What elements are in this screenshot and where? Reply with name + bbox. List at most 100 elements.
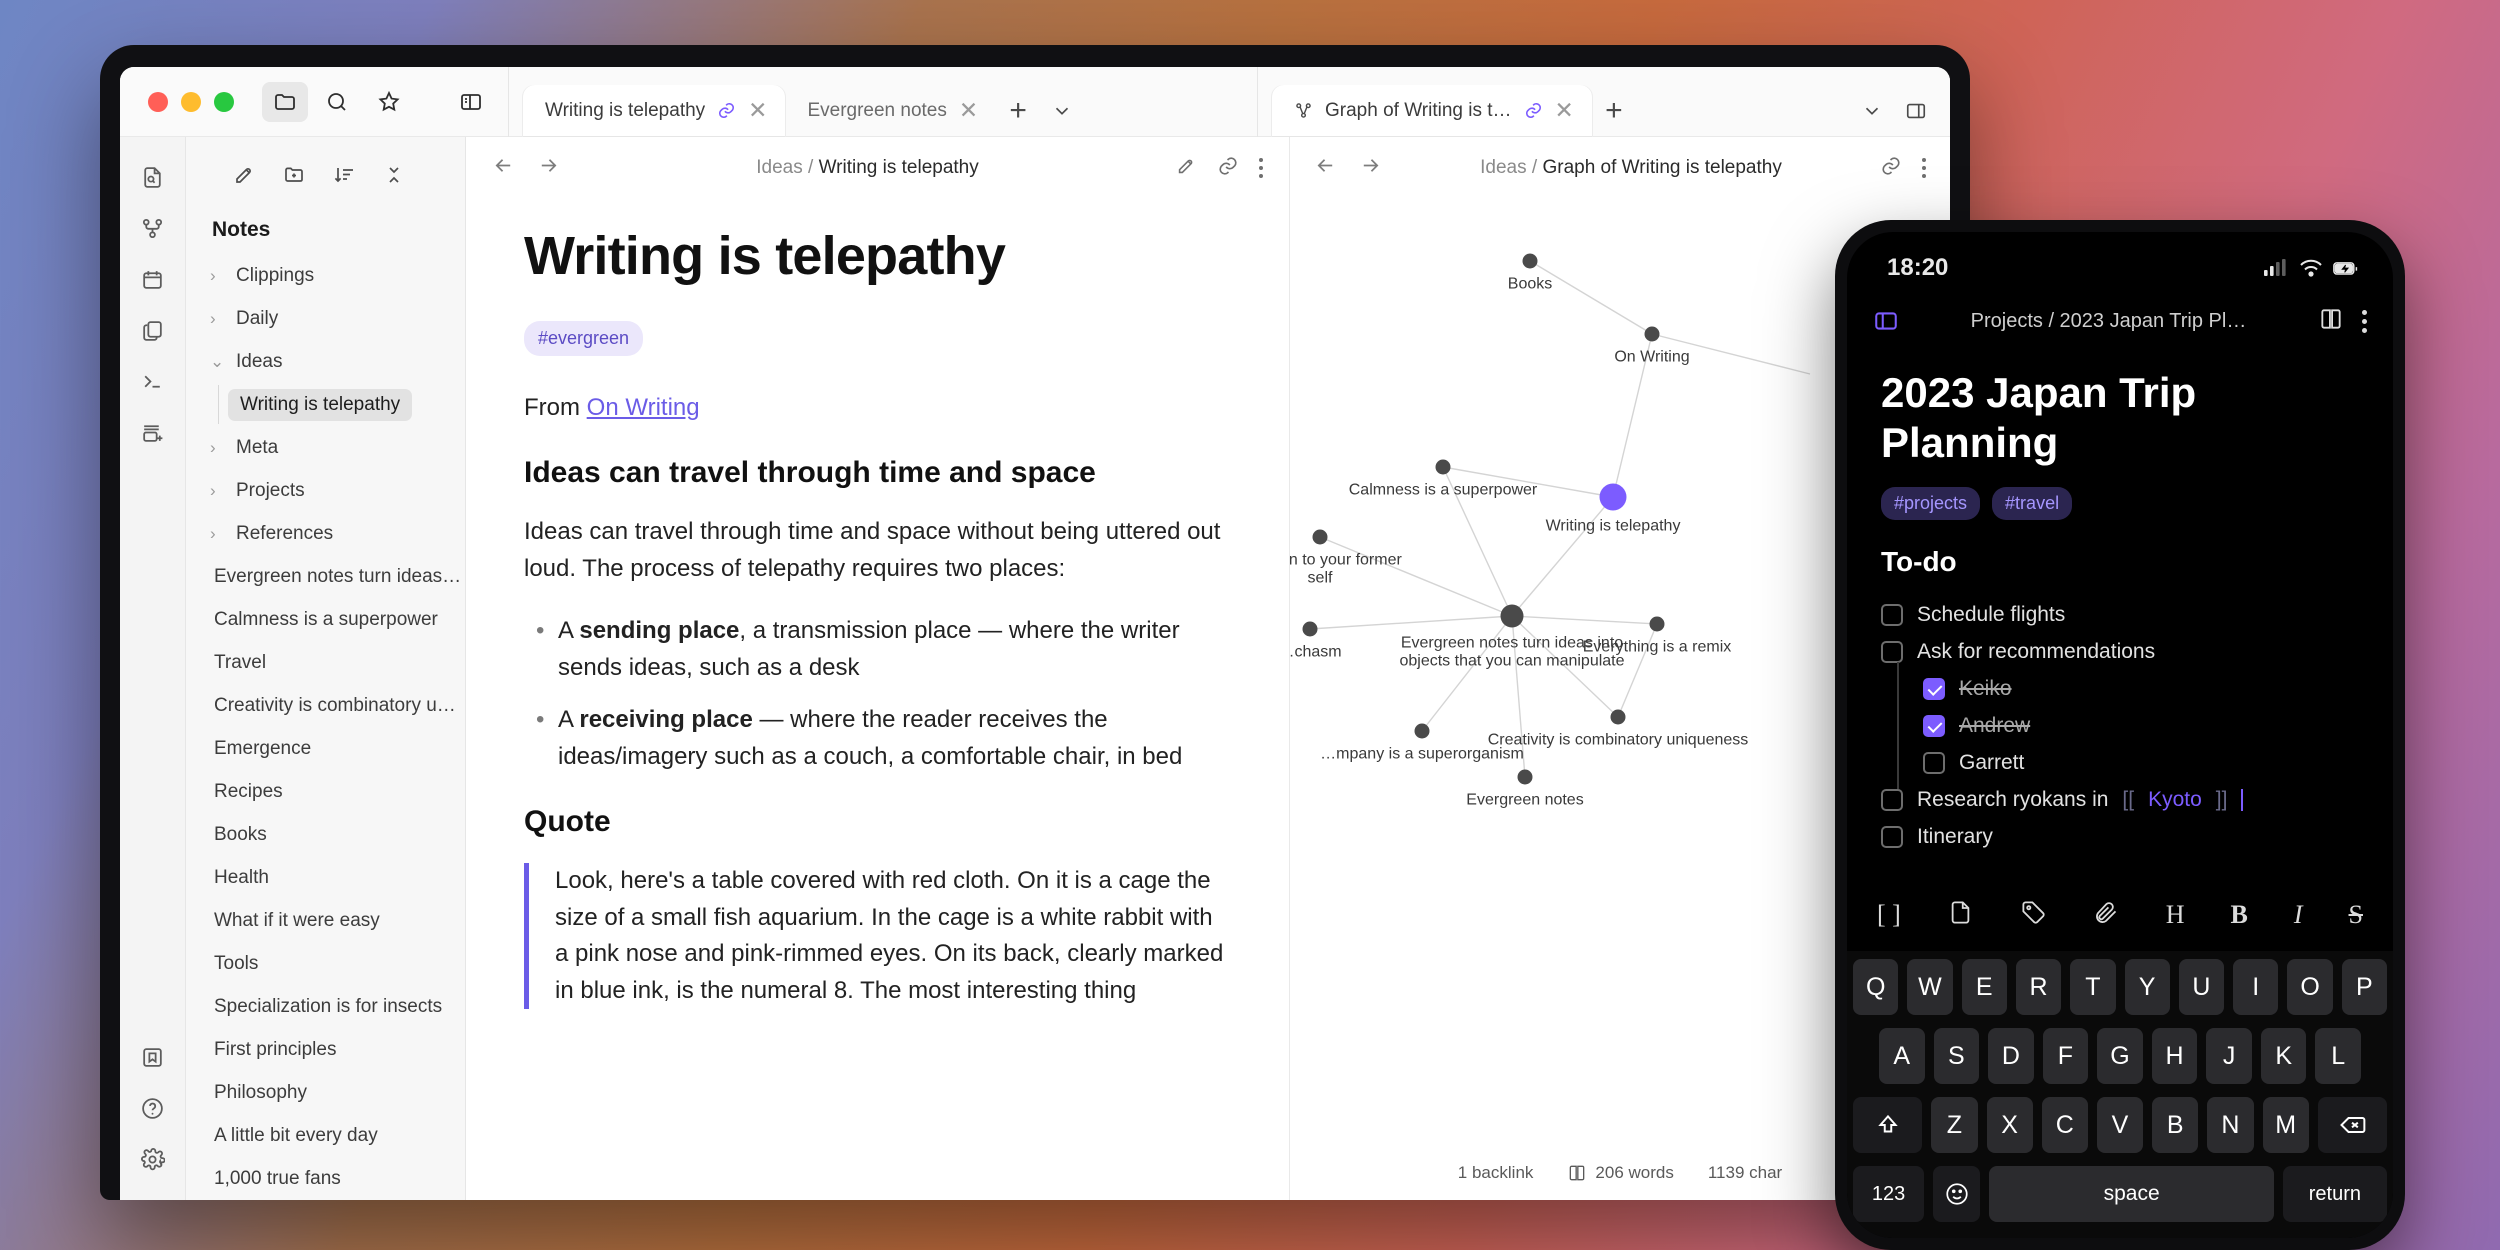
key-n[interactable]: N xyxy=(2207,1097,2254,1153)
graph-node[interactable]: On Writing xyxy=(1614,326,1690,366)
tag-badge[interactable]: #projects xyxy=(1881,487,1981,521)
key-q[interactable]: Q xyxy=(1853,959,1899,1015)
key-m[interactable]: M xyxy=(2262,1097,2309,1153)
key-w[interactable]: W xyxy=(1907,959,1953,1015)
breadcrumb-parent[interactable]: Ideas xyxy=(1480,157,1526,178)
tab-writing-is-telepathy[interactable]: Writing is telepathy ✕ xyxy=(523,84,786,137)
folder-icon[interactable] xyxy=(262,81,308,122)
maximize-button[interactable] xyxy=(214,91,234,112)
key-z[interactable]: Z xyxy=(1931,1097,1978,1153)
key-c[interactable]: C xyxy=(2041,1097,2088,1153)
tab-close-button[interactable]: ✕ xyxy=(748,99,767,122)
reading-view-icon[interactable] xyxy=(2318,306,2344,337)
graph-node[interactable]: Calmness is a superpower xyxy=(1349,459,1537,499)
key-j[interactable]: J xyxy=(2206,1028,2252,1084)
key-s[interactable]: S xyxy=(1933,1028,1980,1084)
file-search-icon[interactable] xyxy=(140,165,165,190)
graph-node-active[interactable]: Writing is telepathy xyxy=(1546,483,1680,535)
forward-button[interactable] xyxy=(537,154,560,182)
checkbox[interactable] xyxy=(1881,825,1903,848)
sort-icon[interactable] xyxy=(332,163,356,192)
list-item[interactable]: › Daily xyxy=(186,297,465,340)
brackets-icon[interactable]: [ ] xyxy=(1877,900,1901,930)
close-button[interactable] xyxy=(148,91,168,112)
graph-node[interactable]: …gation to your former self xyxy=(1290,529,1402,587)
copy-icon[interactable] xyxy=(140,318,165,343)
graph-node[interactable]: Creativity is combinatory uniqueness xyxy=(1488,709,1748,749)
key-v[interactable]: V xyxy=(2096,1097,2144,1153)
key-r[interactable]: R xyxy=(2015,959,2062,1015)
back-button[interactable] xyxy=(1314,154,1337,182)
graph-icon[interactable] xyxy=(140,216,165,241)
key-u[interactable]: U xyxy=(2178,959,2225,1015)
chevron-down-icon[interactable]: ⌄ xyxy=(210,352,226,372)
checkbox[interactable] xyxy=(1881,788,1903,811)
bold-icon[interactable]: B xyxy=(2231,900,2248,930)
edit-icon[interactable] xyxy=(1175,155,1197,182)
todo-item[interactable]: Keiko xyxy=(1897,662,2359,716)
key-b[interactable]: B xyxy=(2152,1097,2199,1153)
breadcrumb-parent[interactable]: Ideas xyxy=(756,157,802,178)
graph-node[interactable]: Evergreen notes xyxy=(1466,769,1584,809)
key-t[interactable]: T xyxy=(2070,959,2116,1015)
list-item[interactable]: A little bit every day xyxy=(186,1114,465,1157)
new-note-icon[interactable] xyxy=(232,163,256,192)
chevron-right-icon[interactable]: › xyxy=(210,481,226,501)
help-icon[interactable] xyxy=(140,1096,165,1121)
star-icon[interactable] xyxy=(366,82,412,122)
graph-node[interactable]: …chasm xyxy=(1290,621,1342,661)
backspace-icon[interactable] xyxy=(2317,1097,2388,1153)
list-item[interactable]: › Projects xyxy=(186,469,465,512)
tab-close-button[interactable]: ✕ xyxy=(959,99,978,122)
key-g[interactable]: G xyxy=(2097,1028,2143,1084)
key-f[interactable]: F xyxy=(2042,1028,2089,1084)
list-item[interactable]: Travel xyxy=(186,641,465,684)
list-item[interactable]: What if it were easy xyxy=(186,899,465,942)
list-item[interactable]: Evergreen notes turn ideas… xyxy=(186,555,465,598)
tag-icon[interactable] xyxy=(2020,899,2047,931)
key-a[interactable]: A xyxy=(1878,1028,1925,1084)
list-item[interactable]: First principles xyxy=(186,1028,465,1071)
new-tab-button[interactable]: + xyxy=(1592,85,1636,137)
list-item[interactable]: › Clippings xyxy=(186,254,465,297)
new-tab-button[interactable]: + xyxy=(996,85,1040,137)
chevron-down-icon[interactable] xyxy=(1850,85,1894,137)
space-key[interactable]: space xyxy=(1989,1166,2274,1222)
breadcrumb[interactable]: Ideas / Graph of Writing is telepathy xyxy=(1400,157,1862,179)
todo-item[interactable]: Schedule flights xyxy=(1881,596,2359,633)
back-button[interactable] xyxy=(492,154,515,182)
list-item-writing-is-telepathy[interactable]: Writing is telepathy xyxy=(186,383,465,426)
tag-badge[interactable]: #evergreen xyxy=(524,321,644,356)
chevron-right-icon[interactable]: › xyxy=(210,524,226,544)
forward-button[interactable] xyxy=(1359,154,1382,182)
todo-item[interactable]: Itinerary xyxy=(1881,818,2359,855)
link-icon[interactable] xyxy=(1217,155,1239,182)
new-note-icon[interactable] xyxy=(1947,899,1974,931)
key-i[interactable]: I xyxy=(2233,959,2279,1015)
key-y[interactable]: Y xyxy=(2124,959,2170,1015)
graph-node[interactable]: …mpany is a superorganism xyxy=(1320,723,1524,763)
checkbox[interactable] xyxy=(1923,751,1945,774)
return-key[interactable]: return xyxy=(2282,1166,2388,1222)
list-item[interactable]: Books xyxy=(186,813,465,856)
chevron-right-icon[interactable]: › xyxy=(210,309,226,329)
right-sidebar-toggle-icon[interactable] xyxy=(1894,85,1938,137)
numbers-key[interactable]: 123 xyxy=(1853,1166,1925,1222)
list-item[interactable]: › References xyxy=(186,512,465,555)
chevron-down-icon[interactable] xyxy=(1040,85,1084,137)
more-icon[interactable] xyxy=(1922,158,1926,178)
key-p[interactable]: P xyxy=(2341,959,2387,1015)
list-item[interactable]: Philosophy xyxy=(186,1071,465,1114)
key-x[interactable]: X xyxy=(1986,1097,2033,1153)
settings-icon[interactable] xyxy=(140,1147,165,1172)
attach-icon[interactable] xyxy=(2093,899,2120,931)
list-item[interactable]: Tools xyxy=(186,942,465,985)
minimize-button[interactable] xyxy=(181,91,201,112)
sidebar-toggle-icon[interactable] xyxy=(1873,308,1899,334)
todo-item[interactable]: Andrew xyxy=(1897,699,2359,753)
list-item[interactable]: Emergence xyxy=(186,727,465,770)
graph-node[interactable]: Evergreen notes turn ideas into objects … xyxy=(1399,604,1625,670)
calendar-icon[interactable] xyxy=(140,267,165,292)
tab-close-button[interactable]: ✕ xyxy=(1555,99,1574,122)
more-icon[interactable] xyxy=(1259,158,1263,178)
